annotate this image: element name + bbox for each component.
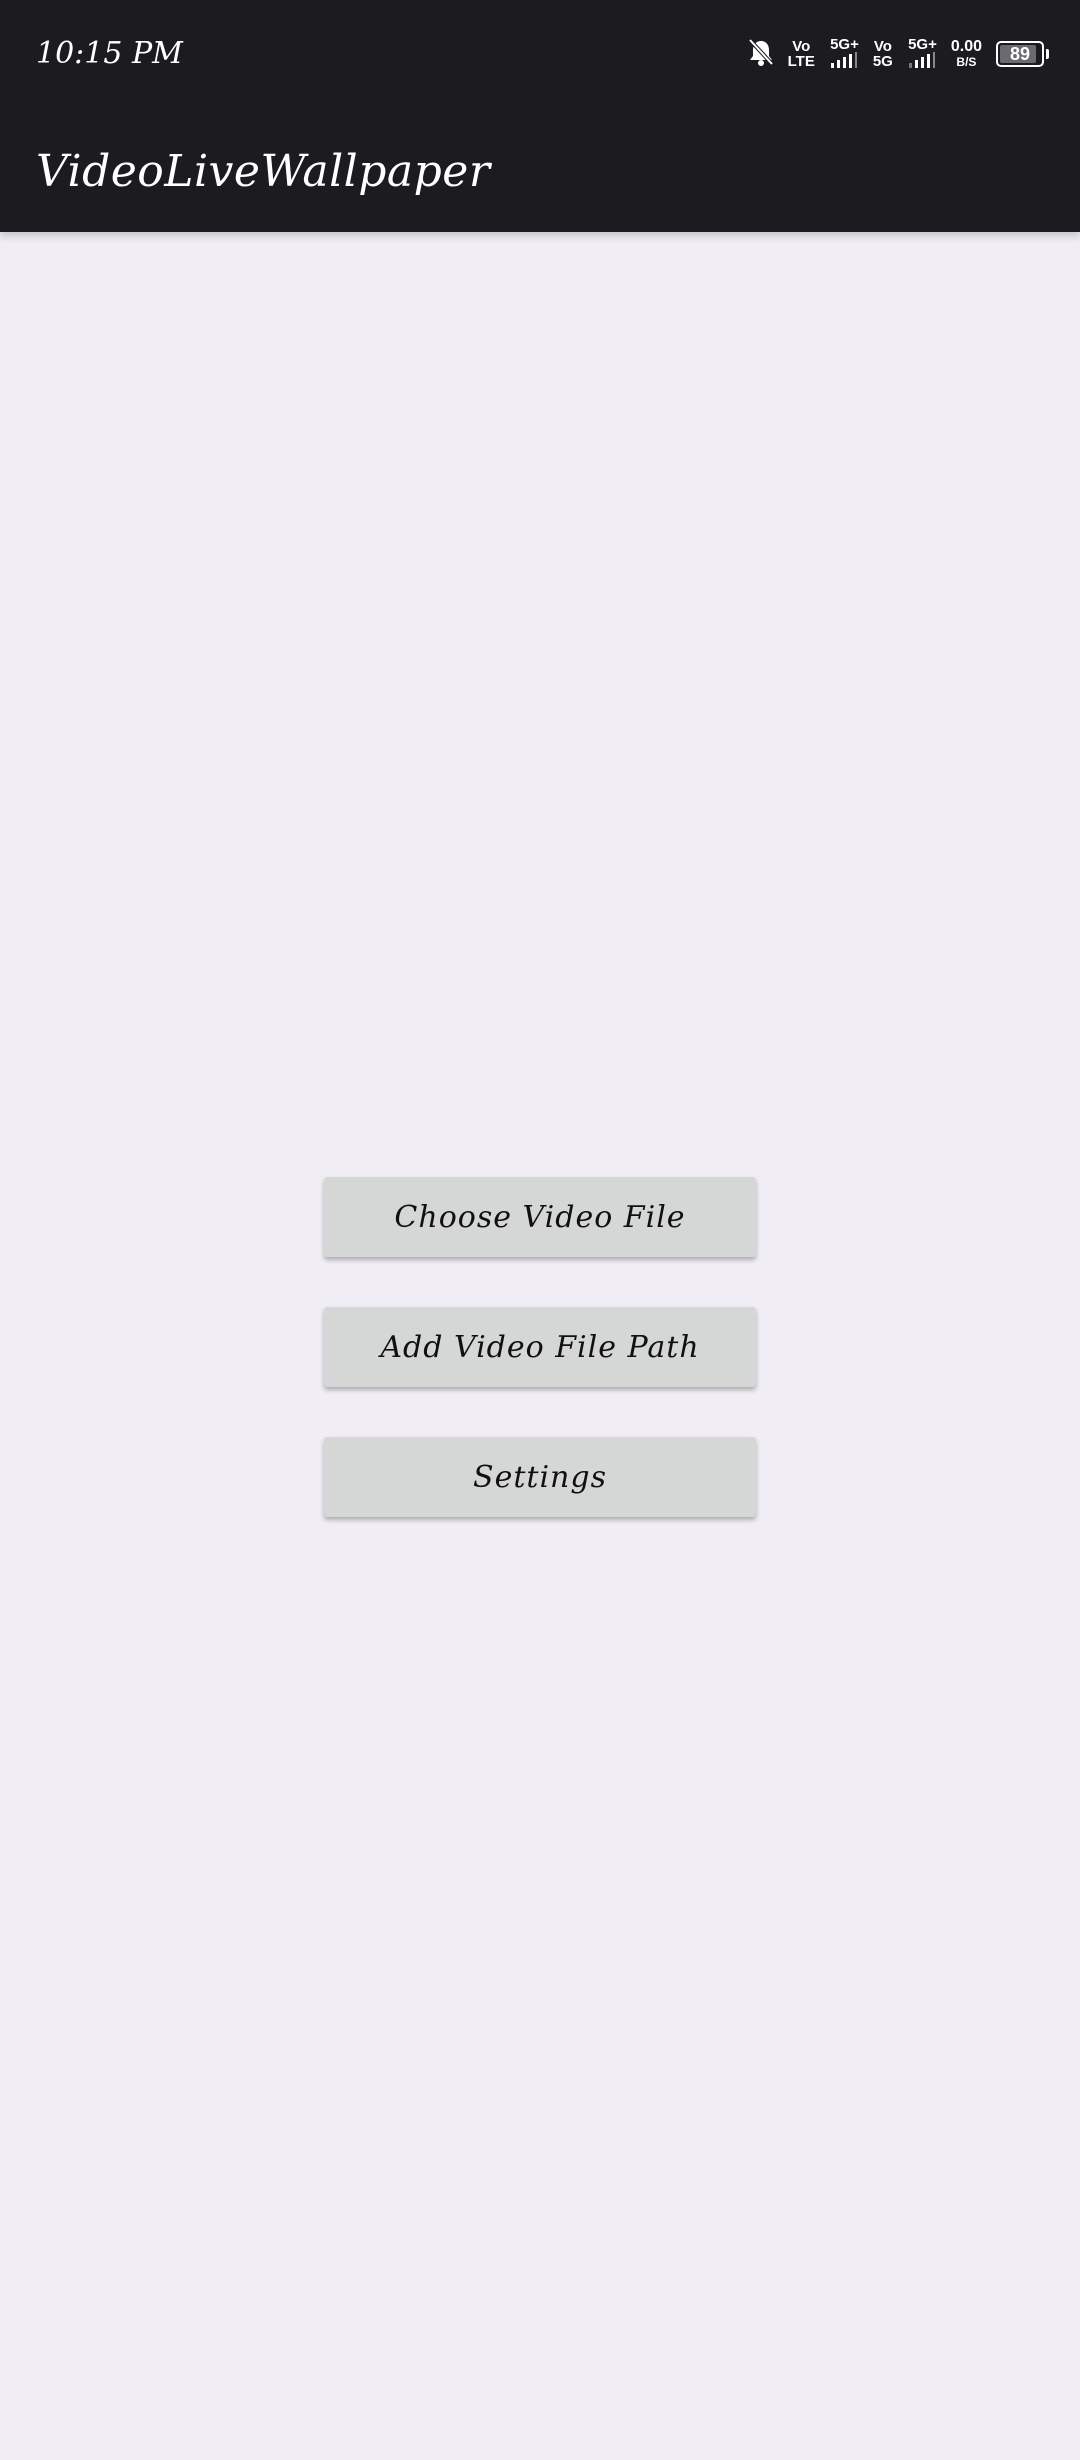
status-time: 10:15 PM	[36, 36, 183, 71]
status-icons: Vo LTE 5G+ Vo 5G 5G+ 0.00 B/S 89	[748, 36, 1049, 72]
signal-icon	[829, 52, 859, 71]
network-speed: 0.00 B/S	[950, 38, 982, 70]
vo5g-indicator: Vo 5G	[872, 38, 893, 70]
page-title: VideoLiveWallpaper	[36, 146, 491, 197]
choose-video-file-button[interactable]: Choose Video File	[324, 1177, 756, 1257]
sim2-signal: 5G+	[907, 37, 937, 71]
app-bar: 10:15 PM Vo LTE 5G+ Vo 5G 5G+ 0.00 B/S 8…	[0, 0, 1080, 232]
bell-off-icon	[748, 38, 774, 71]
signal-icon	[907, 52, 937, 71]
battery-icon: 89	[996, 41, 1049, 67]
sim1-signal: 5G+	[829, 37, 859, 71]
add-video-file-path-button[interactable]: Add Video File Path	[324, 1307, 756, 1387]
volte-indicator: Vo LTE	[787, 38, 815, 70]
battery-level: 89	[1009, 43, 1031, 64]
settings-button[interactable]: Settings	[324, 1437, 756, 1517]
